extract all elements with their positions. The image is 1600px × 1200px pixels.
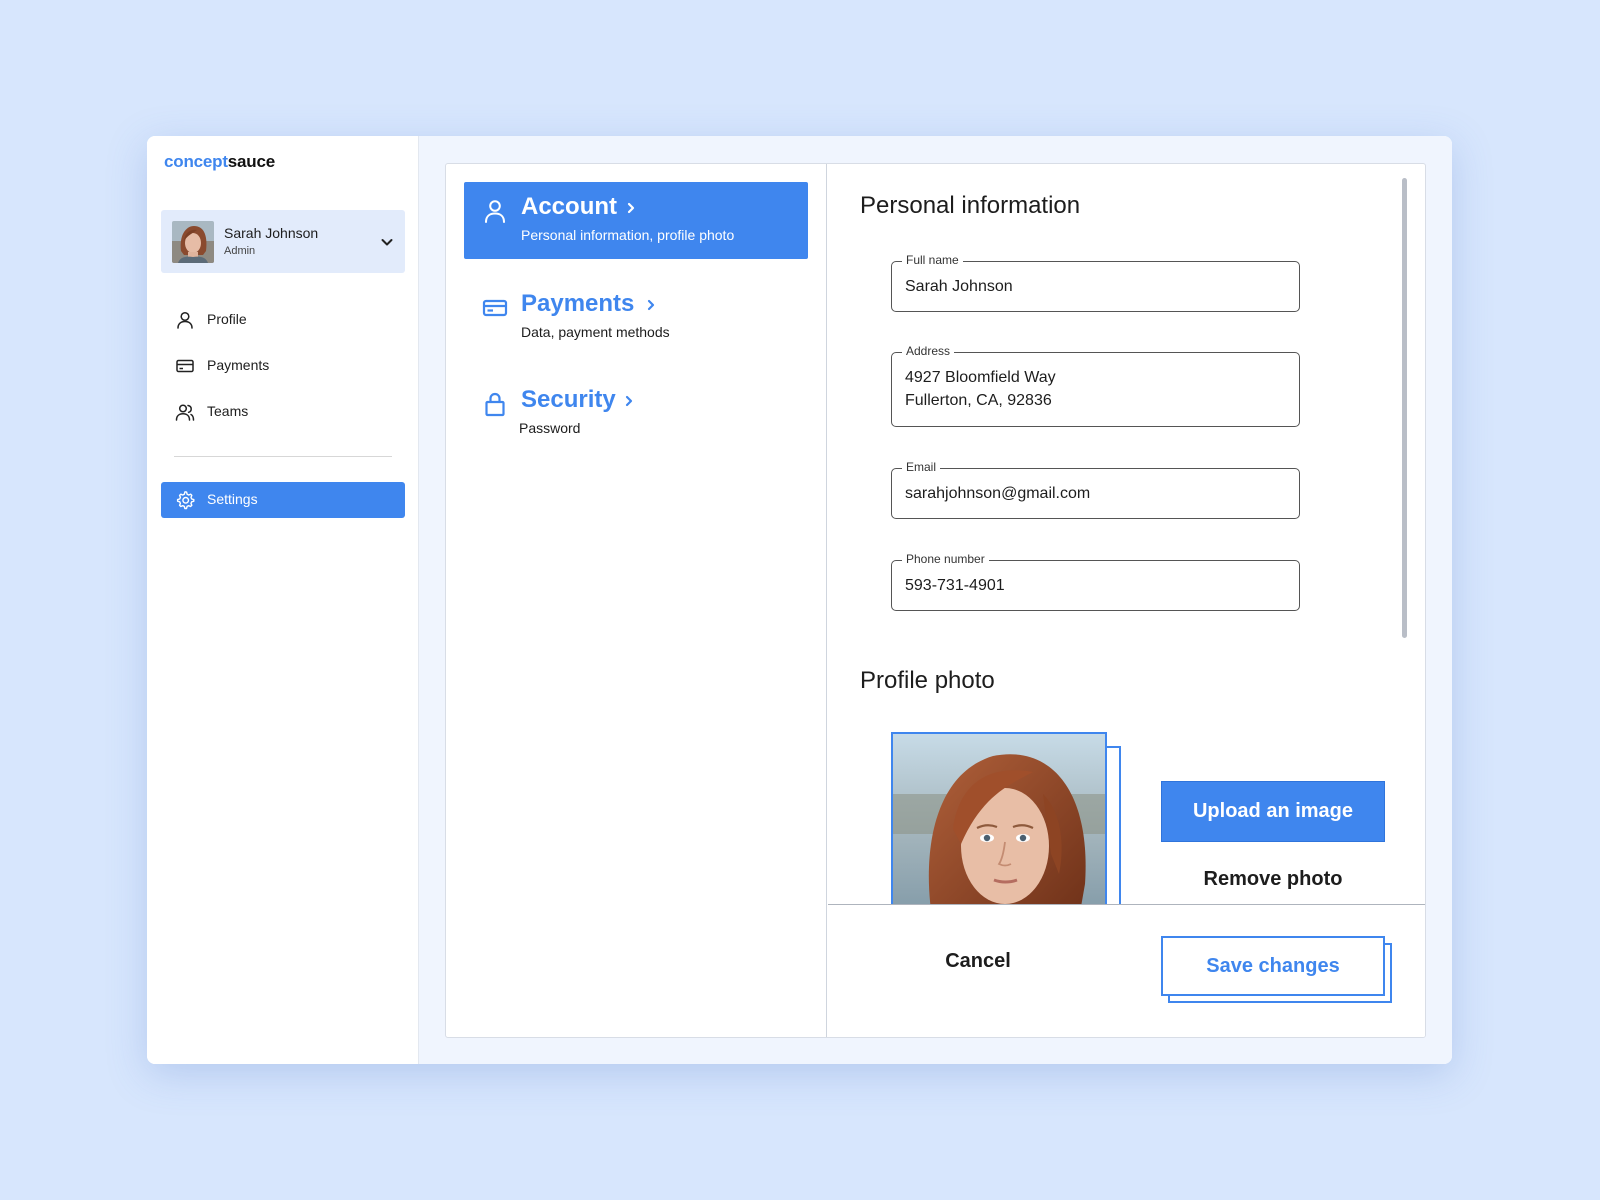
category-account[interactable]: Account Personal information, profile ph… [464, 182, 808, 259]
section-title-photo: Profile photo [860, 667, 995, 694]
user-role: Admin [224, 245, 256, 257]
category-title: Security [521, 386, 616, 413]
category-subtitle: Data, payment methods [521, 324, 670, 340]
section-title-personal: Personal information [860, 192, 1081, 219]
category-payments[interactable]: Payments Data, payment methods [464, 279, 808, 356]
lock-icon [485, 392, 505, 417]
save-changes-button[interactable]: Save changes [1161, 936, 1385, 996]
full-name-field[interactable]: Full name Sarah Johnson [891, 253, 1300, 312]
sidebar-item-payments[interactable]: Payments [161, 348, 405, 384]
address-line-1: 4927 Bloomfield Way [905, 369, 1056, 386]
sidebar-divider [174, 456, 392, 457]
field-label: Email [902, 460, 941, 474]
app-window: conceptsauce Sarah Johnson Admin Profile… [147, 136, 1452, 1064]
gear-icon [176, 491, 195, 510]
category-subtitle: Password [519, 420, 581, 436]
brand-logo-part2: sauce [227, 152, 275, 171]
sidebar-item-settings[interactable]: Settings [161, 482, 405, 518]
field-label: Full name [902, 253, 963, 267]
sidebar: conceptsauce Sarah Johnson Admin Profile… [147, 136, 419, 1064]
upload-image-button[interactable]: Upload an image [1161, 781, 1385, 842]
field-label: Phone number [902, 552, 989, 566]
users-icon [175, 404, 195, 421]
profile-photo [891, 732, 1121, 904]
user-icon [485, 200, 505, 223]
chevron-right-icon [625, 395, 633, 407]
remove-photo-button[interactable]: Remove photo [1161, 868, 1385, 898]
field-value: Sarah Johnson [905, 278, 1013, 295]
brand-logo[interactable]: conceptsauce [164, 152, 275, 172]
user-switcher[interactable]: Sarah Johnson Admin [161, 210, 405, 273]
field-label: Address [902, 344, 955, 358]
credit-card-icon [176, 359, 194, 373]
chevron-right-icon [627, 202, 635, 214]
save-button-wrapper: Save changes [1161, 936, 1393, 1004]
settings-panel: Account Personal information, profile ph… [445, 163, 1426, 1038]
brand-logo-part1: concept [164, 152, 228, 171]
category-security[interactable]: Security Password [464, 375, 808, 452]
user-name: Sarah Johnson [224, 225, 319, 241]
avatar [172, 221, 214, 263]
sidebar-item-teams[interactable]: Teams [161, 394, 405, 430]
phone-field[interactable]: Phone number 593-731-4901 [891, 552, 1300, 611]
account-form: Personal information Full name Sarah Joh… [828, 164, 1425, 904]
category-title: Account [521, 193, 617, 220]
user-icon [177, 311, 193, 329]
main-area: Account Personal information, profile ph… [419, 136, 1452, 1064]
address-line-2: Fullerton, CA, 92836 [905, 392, 1052, 409]
field-value: 593-731-4901 [905, 577, 1005, 594]
address-field[interactable]: Address 4927 Bloomfield Way Fullerton, C… [891, 344, 1300, 427]
profile-photo-image [891, 732, 1107, 904]
sidebar-item-label: Profile [207, 311, 247, 327]
settings-categories: Account Personal information, profile ph… [446, 164, 827, 1037]
category-subtitle: Personal information, profile photo [521, 227, 735, 243]
chevron-down-icon[interactable] [379, 234, 395, 250]
field-value: 4927 Bloomfield Way Fullerton, CA, 92836 [905, 366, 1056, 412]
field-value: sarahjohnson@gmail.com [905, 485, 1091, 502]
chevron-right-icon [647, 299, 655, 311]
cancel-button[interactable]: Cancel [918, 950, 1038, 984]
form-footer: Cancel Save changes [828, 904, 1425, 1037]
credit-card-icon [482, 299, 508, 317]
email-field[interactable]: Email sarahjohnson@gmail.com [891, 460, 1300, 519]
scrollbar[interactable] [1402, 178, 1407, 638]
sidebar-item-label: Teams [207, 403, 249, 419]
sidebar-item-label: Payments [207, 357, 270, 373]
category-title: Payments [521, 290, 635, 317]
sidebar-item-label: Settings [207, 491, 258, 507]
sidebar-item-profile[interactable]: Profile [161, 302, 405, 338]
